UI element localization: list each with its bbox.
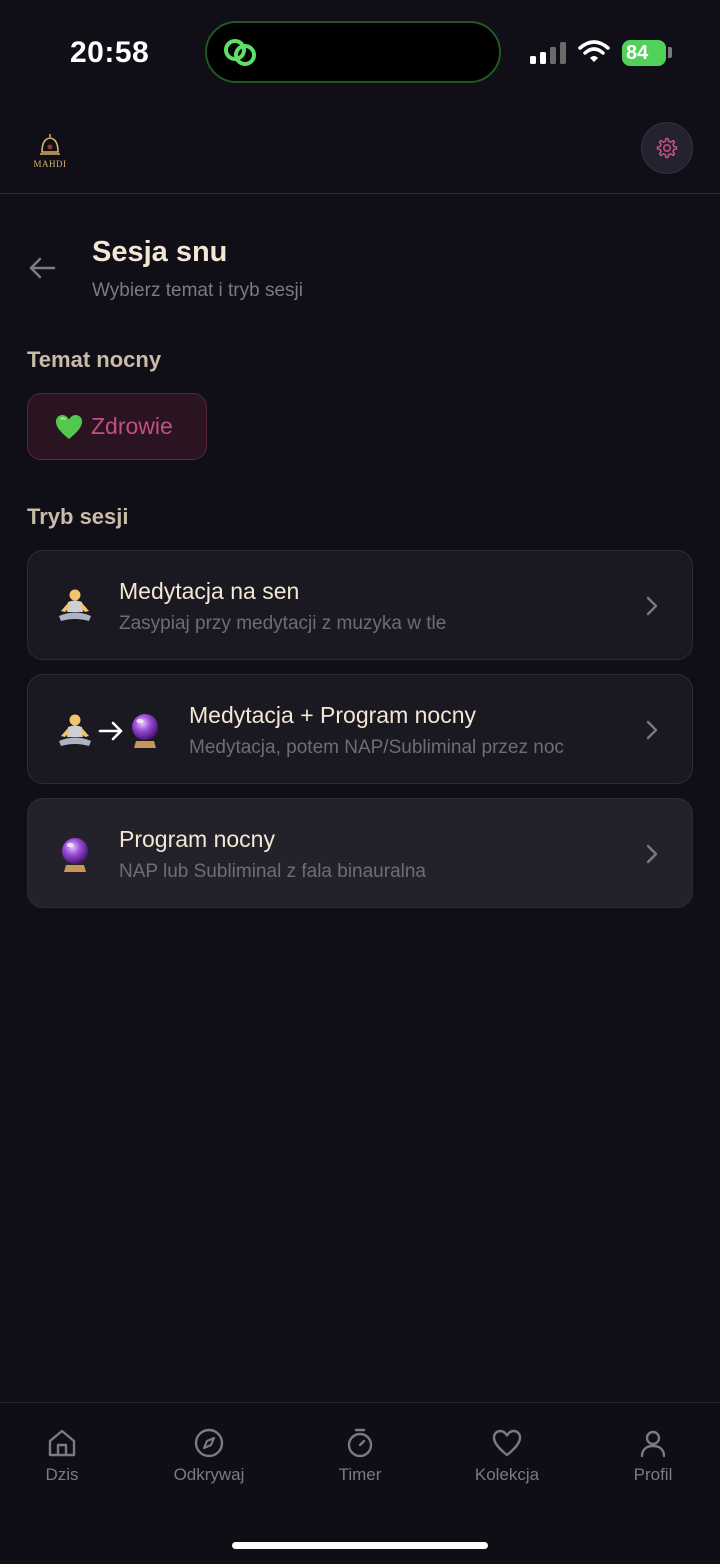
tab-timer[interactable]: Timer bbox=[300, 1427, 420, 1485]
mode-card-description: Zasypiaj przy medytacji z muzyka w tle bbox=[119, 613, 447, 634]
battery-level: 84 bbox=[626, 42, 649, 64]
chevron-right-icon bbox=[646, 720, 658, 740]
home-indicator[interactable] bbox=[232, 1542, 488, 1549]
theme-chip-label: Zdrowie bbox=[91, 413, 173, 439]
back-arrow-icon[interactable] bbox=[26, 252, 58, 284]
mosque-icon bbox=[40, 134, 60, 155]
home-icon bbox=[48, 1429, 76, 1457]
tab-label: Timer bbox=[338, 1465, 382, 1484]
page-title: Sesja snu bbox=[92, 236, 228, 268]
tab-label: Dzis bbox=[45, 1465, 79, 1484]
status-bar: 20:58 84 bbox=[0, 0, 720, 110]
mode-card-title: Program nocny bbox=[119, 826, 275, 852]
mode-icons bbox=[56, 588, 94, 624]
app-header: MAHDI bbox=[0, 110, 720, 194]
user-icon bbox=[640, 1430, 666, 1458]
timer-icon bbox=[347, 1428, 373, 1458]
meditation-icon bbox=[59, 714, 91, 746]
tab-bar: Dzis Odkrywaj Timer Kolekcja Profil bbox=[0, 1402, 720, 1564]
mode-icons bbox=[56, 712, 162, 750]
status-time: 20:58 bbox=[70, 36, 150, 69]
mode-card-description: NAP lub Subliminal z fala binauralna bbox=[119, 861, 426, 882]
cellular-signal-icon bbox=[530, 42, 566, 64]
dynamic-island bbox=[205, 21, 501, 83]
arrow-right-icon bbox=[98, 721, 123, 741]
green-heart-icon bbox=[56, 414, 82, 439]
tab-label: Odkrywaj bbox=[173, 1465, 245, 1484]
chevron-right-icon bbox=[646, 596, 658, 616]
chevron-right-icon bbox=[646, 844, 658, 864]
mode-section-label: Tryb sesji bbox=[27, 504, 129, 529]
logo-text: MAHDI bbox=[33, 159, 67, 169]
tab-profil[interactable]: Profil bbox=[593, 1427, 713, 1485]
tab-odkrywaj[interactable]: Odkrywaj bbox=[149, 1427, 269, 1485]
theme-section-label: Temat nocny bbox=[27, 347, 162, 372]
compass-icon bbox=[194, 1428, 224, 1458]
mode-card-title: Medytacja + Program nocny bbox=[189, 702, 476, 728]
link-rings-icon bbox=[224, 39, 256, 66]
mode-card-meditation-plus-program[interactable]: Medytacja + Program nocny Medytacja, pot… bbox=[27, 674, 693, 784]
mode-icons bbox=[58, 836, 92, 874]
app-logo[interactable]: MAHDI bbox=[28, 132, 72, 176]
wifi-icon bbox=[578, 40, 610, 62]
mode-card-title: Medytacja na sen bbox=[119, 578, 300, 604]
battery-tip bbox=[668, 47, 672, 58]
tab-dzis[interactable]: Dzis bbox=[2, 1427, 122, 1485]
mode-card-sleep-meditation[interactable]: Medytacja na sen Zasypiaj przy medytacji… bbox=[27, 550, 693, 660]
battery-indicator: 84 bbox=[622, 40, 666, 66]
crystal-ball-icon bbox=[132, 714, 158, 748]
tab-label: Kolekcja bbox=[474, 1465, 540, 1484]
meditation-icon bbox=[59, 589, 91, 621]
crystal-ball-icon bbox=[62, 838, 88, 872]
heart-icon bbox=[492, 1429, 522, 1457]
tab-label: Profil bbox=[633, 1465, 673, 1484]
mode-card-description: Medytacja, potem NAP/Subliminal przez no… bbox=[189, 737, 564, 758]
theme-chip-zdrowie[interactable]: Zdrowie bbox=[27, 393, 207, 460]
settings-button[interactable] bbox=[641, 122, 693, 174]
mode-card-night-program[interactable]: Program nocny NAP lub Subliminal z fala … bbox=[27, 798, 693, 908]
tab-kolekcja[interactable]: Kolekcja bbox=[447, 1427, 567, 1485]
gear-icon bbox=[656, 137, 678, 159]
page-subtitle: Wybierz temat i tryb sesji bbox=[92, 280, 303, 301]
